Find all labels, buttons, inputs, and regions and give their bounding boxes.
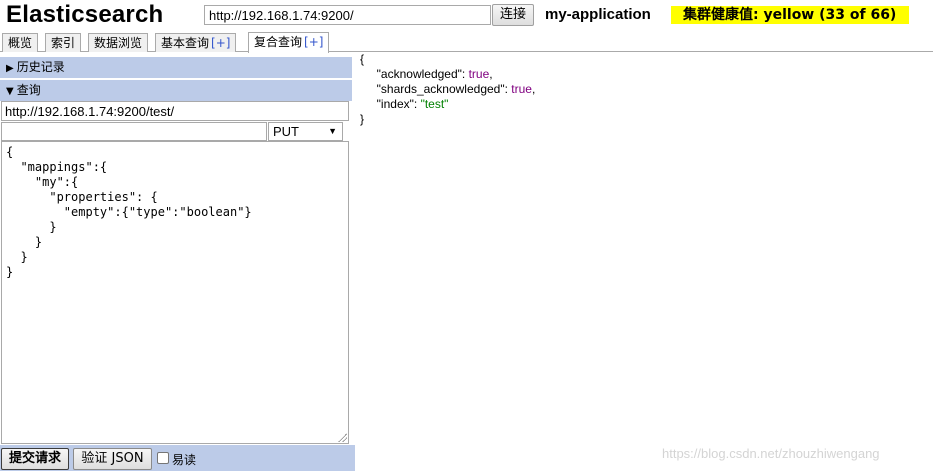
validate-json-button[interactable]: 验证 JSON [73,448,152,470]
tab-label: 概览 [8,36,33,50]
tab-browser[interactable]: 数据浏览 [88,33,149,52]
tab-indices[interactable]: 索引 [45,33,82,52]
http-method-select[interactable]: PUT ▼ [268,122,343,141]
json-close-brace: } [360,112,365,126]
json-open-brace: { [360,52,365,66]
easy-read-label: 易读 [172,453,197,467]
request-actions-bar: 提交请求 验证 JSON 易读 [0,445,355,471]
method-value: PUT [273,124,299,139]
json-comma: , [531,82,536,96]
tab-structured-query[interactable]: 基本查询 [+] [155,33,237,52]
response-output: { "acknowledged": true, "shards_acknowle… [360,52,920,152]
history-section-header[interactable]: ▶ 历史记录 [0,57,352,78]
json-key: "acknowledged" [376,67,462,81]
tab-any-request[interactable]: 复合查询 [+] [248,32,330,53]
request-url-input[interactable]: http://192.168.1.74:9200/test/ [1,101,349,121]
cluster-url-input[interactable]: http://192.168.1.74:9200/ [204,5,491,25]
resize-handle-icon[interactable] [337,432,347,442]
cluster-name: my-application [545,6,651,23]
watermark-text: https://blog.csdn.net/zhouzhiwengang [662,446,880,461]
tab-bar: 概览 索引 数据浏览 基本查询 [+] 复合查询 [+] [0,31,933,53]
request-body-text: { "mappings":{ "my":{ "properties": { "e… [6,145,252,279]
submit-request-button[interactable]: 提交请求 [1,448,69,470]
easy-read-checkbox[interactable] [157,452,169,464]
tab-label: 索引 [51,36,76,50]
history-label: 历史记录 [16,60,65,74]
json-key: "shards_acknowledged" [376,82,505,96]
tab-label: 复合查询 [254,35,303,49]
json-sep: : [413,97,421,111]
connect-button[interactable]: 连接 [492,4,534,26]
triangle-right-icon: ▶ [6,63,14,74]
json-sep: : [461,67,469,81]
request-body-textarea[interactable]: { "mappings":{ "my":{ "properties": { "e… [1,141,349,444]
json-key: "index" [376,97,414,111]
json-value: true [511,82,532,96]
request-path-input[interactable] [1,122,267,141]
tab-label: 基本查询 [161,36,210,50]
tab-plus[interactable]: [+] [304,35,323,49]
request-panel: ▶ 历史记录 ▼ 查询 http://192.168.1.74:9200/test/… [0,53,355,471]
caret-down-icon: ▼ [328,126,337,136]
tab-label: 数据浏览 [94,36,143,50]
app-title: Elasticsearch [6,1,164,28]
json-value: "test" [420,97,449,111]
tab-plus[interactable]: [+] [211,36,230,50]
triangle-down-icon: ▼ [6,86,14,97]
json-comma: , [489,67,493,81]
json-value: true [468,67,490,81]
cluster-health-badge: 集群健康值: yellow (33 of 66) [671,6,909,24]
tab-overview[interactable]: 概览 [2,33,39,52]
header-bar: Elasticsearch http://192.168.1.74:9200/ … [0,0,933,31]
query-section-header[interactable]: ▼ 查询 [0,80,352,101]
query-label: 查询 [16,83,41,97]
